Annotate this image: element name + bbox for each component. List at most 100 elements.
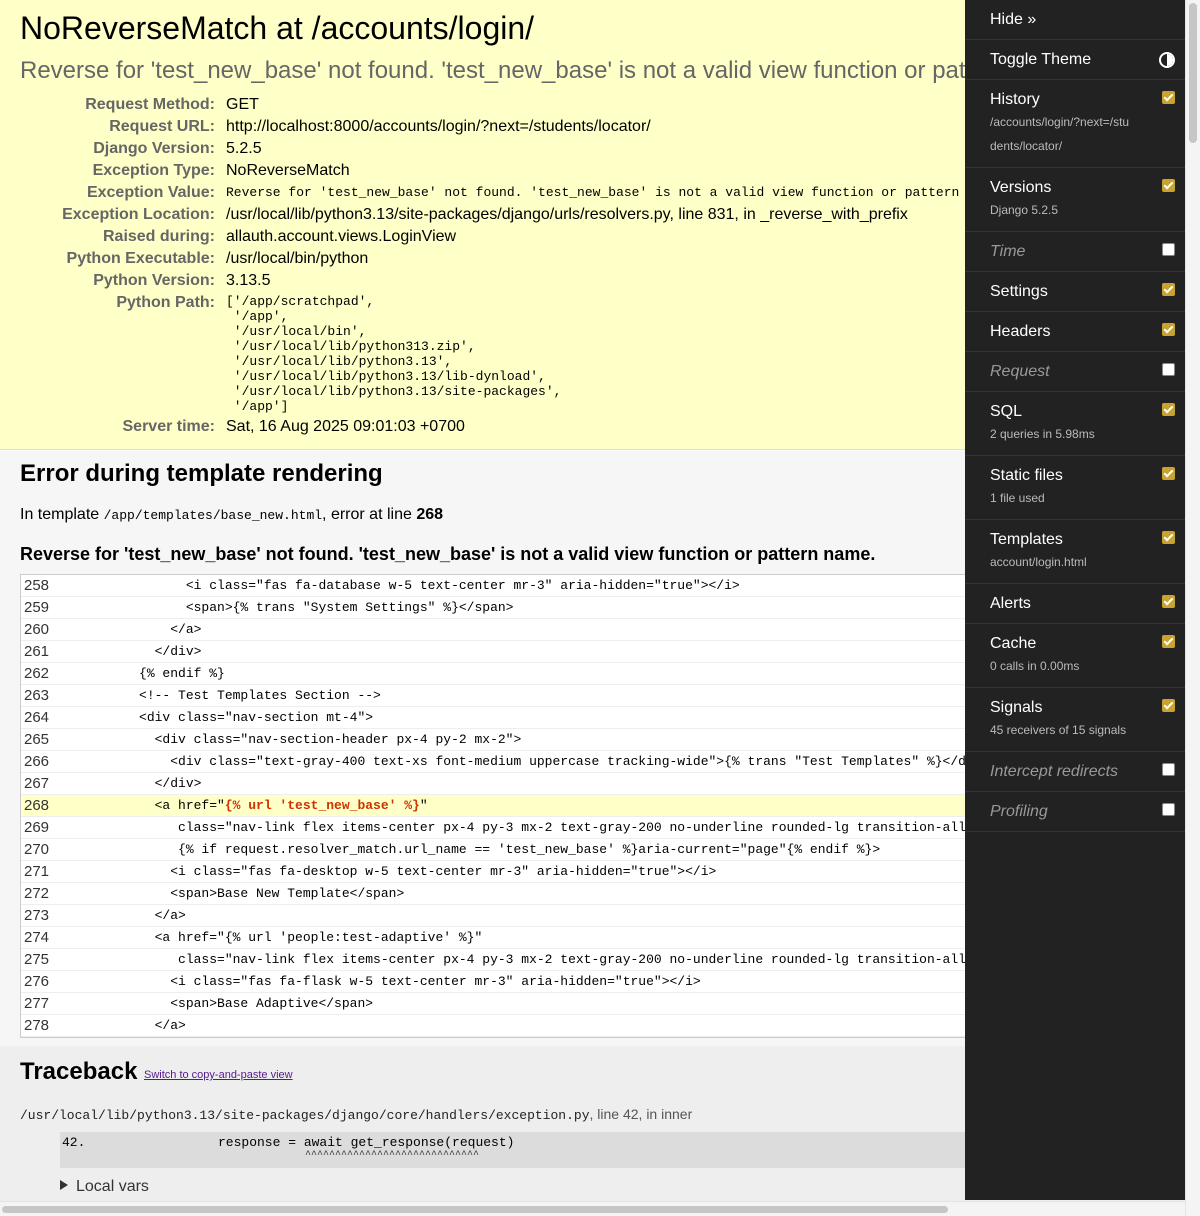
toolbar-panel-signals[interactable]: Signals 45 receivers of 15 signals: [965, 688, 1185, 752]
meta-label: Exception Location:: [62, 206, 215, 223]
line-code: <i class="fas fa-flask w-5 text-center m…: [61, 974, 701, 989]
meta-value: /usr/local/bin/python: [226, 250, 369, 267]
panel-toggle-checkbox[interactable]: [1162, 635, 1175, 648]
toolbar-panel-profiling[interactable]: Profiling: [965, 792, 1185, 832]
toolbar-panel-intercept-redirects[interactable]: Intercept redirects: [965, 752, 1185, 792]
template-location-middle: , error at line: [322, 506, 417, 523]
panel-label: Versions: [990, 179, 1052, 196]
panel-toggle-checkbox[interactable]: [1162, 243, 1175, 256]
panel-toggle-checkbox[interactable]: [1162, 179, 1175, 192]
toolbar-panel-sql[interactable]: SQL 2 queries in 5.98ms: [965, 392, 1185, 456]
panel-toggle-checkbox[interactable]: [1162, 803, 1175, 816]
toolbar-toggle-theme-label: Toggle Theme: [990, 51, 1092, 68]
panel-toggle-checkbox[interactable]: [1162, 363, 1175, 376]
local-vars-toggle[interactable]: Local vars: [60, 1178, 149, 1196]
panel-label: Templates: [990, 531, 1063, 548]
panel-subtitle: account/login.html: [990, 555, 1087, 569]
line-code: <a href="{% url 'test_new_base' %}": [61, 795, 428, 816]
line-number: 274: [24, 929, 50, 946]
panel-subtitle: 2 queries in 5.98ms: [990, 427, 1095, 441]
line-number: 272: [24, 885, 50, 902]
panel-label: SQL: [990, 403, 1023, 420]
meta-label: Exception Value:: [86, 184, 215, 201]
line-code: <span>Base New Template</span>: [61, 886, 405, 901]
panel-subtitle: 45 receivers of 15 signals: [990, 723, 1127, 737]
panel-label: Cache: [990, 635, 1037, 652]
panel-toggle-checkbox[interactable]: [1162, 763, 1175, 776]
debug-toolbar: Hide » Toggle Theme History/accounts/log…: [965, 0, 1185, 1200]
disclosure-triangle-icon: [60, 1180, 68, 1190]
meta-value: allauth.account.views.LoginView: [226, 228, 457, 245]
meta-label: Request URL:: [109, 118, 215, 135]
vertical-scrollbar[interactable]: [1185, 0, 1200, 1216]
panel-toggle-checkbox[interactable]: [1162, 323, 1175, 336]
line-code-error-token: {% url 'test_new_base' %}: [224, 798, 420, 813]
meta-label: Server time:: [122, 418, 216, 435]
panel-label: Signals: [990, 699, 1043, 716]
toolbar-panel-alerts[interactable]: Alerts: [965, 584, 1185, 624]
line-number: 278: [24, 1017, 50, 1034]
line-code: </div>: [61, 644, 202, 659]
horizontal-scrollbar-thumb[interactable]: [2, 1206, 948, 1213]
meta-label: Python Path:: [116, 294, 215, 311]
panel-toggle-checkbox[interactable]: [1162, 91, 1175, 104]
panel-toggle-checkbox[interactable]: [1162, 699, 1175, 712]
page-title: NoReverseMatch at /accounts/login/: [20, 10, 535, 46]
line-code: <span>{% trans "System Settings" %}</spa…: [61, 600, 514, 615]
meta-value: 5.2.5: [226, 140, 262, 157]
panel-label: Request: [990, 363, 1050, 380]
panel-toggle-checkbox[interactable]: [1162, 283, 1175, 296]
template-location: In template /app/templates/base_new.html…: [20, 506, 443, 524]
panel-label: Time: [990, 243, 1026, 260]
meta-value: GET: [226, 96, 259, 113]
toolbar-toggle-theme-button[interactable]: Toggle Theme: [965, 40, 1185, 80]
template-error-message: Reverse for 'test_new_base' not found. '…: [20, 544, 876, 564]
horizontal-scrollbar[interactable]: [0, 1201, 1185, 1216]
meta-value: /usr/local/lib/python3.13/site-packages/…: [226, 206, 908, 223]
line-code: </a>: [61, 908, 186, 923]
toolbar-panel-templates[interactable]: Templates account/login.html: [965, 520, 1185, 584]
toolbar-panel-list: History/accounts/login/?next=/students/l…: [965, 80, 1185, 832]
meta-value: ['/app/scratchpad', '/app', '/usr/local/…: [226, 294, 562, 414]
line-code: <!-- Test Templates Section -->: [61, 688, 381, 703]
switch-to-copy-paste-link[interactable]: Switch to copy-and-paste view: [144, 1069, 293, 1081]
meta-value: 3.13.5: [226, 272, 271, 289]
meta-label: Request Method:: [85, 96, 215, 113]
toolbar-panel-cache[interactable]: Cache 0 calls in 0.00ms: [965, 624, 1185, 688]
toolbar-hide-button[interactable]: Hide »: [965, 0, 1185, 40]
line-number: 275: [24, 951, 50, 968]
line-number: 264: [24, 709, 50, 726]
toolbar-panel-time[interactable]: Time: [965, 232, 1185, 272]
panel-label: Static files: [990, 467, 1063, 484]
meta-label: Python Executable:: [66, 250, 215, 267]
toolbar-panel-history[interactable]: History/accounts/login/?next=/students/l…: [965, 80, 1185, 168]
panel-label: Profiling: [990, 803, 1048, 820]
template-error-line: 268: [416, 506, 444, 523]
panel-label: Alerts: [990, 595, 1031, 612]
vertical-scrollbar-thumb[interactable]: [1189, 3, 1197, 143]
panel-subtitle: /accounts/login/?next=/students/locator/: [990, 115, 1130, 153]
toolbar-hide-label: Hide »: [990, 11, 1037, 28]
panel-subtitle: 0 calls in 0.00ms: [990, 659, 1080, 673]
toolbar-panel-versions[interactable]: Versions Django 5.2.5: [965, 168, 1185, 232]
meta-value: Reverse for 'test_new_base' not found. '…: [226, 185, 1007, 200]
panel-toggle-checkbox[interactable]: [1162, 595, 1175, 608]
panel-label: Settings: [990, 283, 1048, 300]
line-code: <i class="fas fa-database w-5 text-cente…: [61, 578, 740, 593]
line-number: 271: [24, 863, 50, 880]
toolbar-panel-headers[interactable]: Headers: [965, 312, 1185, 352]
toolbar-panel-settings[interactable]: Settings: [965, 272, 1185, 312]
traceback-heading: Traceback: [20, 1058, 138, 1085]
line-number: 269: [24, 819, 50, 836]
line-number: 265: [24, 731, 50, 748]
panel-toggle-checkbox[interactable]: [1162, 403, 1175, 416]
panel-toggle-checkbox[interactable]: [1162, 467, 1175, 480]
line-code: </div>: [61, 776, 202, 791]
toolbar-panel-static-files[interactable]: Static files 1 file used: [965, 456, 1185, 520]
toolbar-panel-request[interactable]: Request: [965, 352, 1185, 392]
frame-file-suffix: , line 42, in inner: [589, 1106, 693, 1122]
panel-toggle-checkbox[interactable]: [1162, 531, 1175, 544]
line-code: </a>: [61, 622, 202, 637]
line-code: <a href="{% url 'people:test-adaptive' %…: [61, 930, 483, 945]
local-vars-label: Local vars: [76, 1178, 149, 1195]
